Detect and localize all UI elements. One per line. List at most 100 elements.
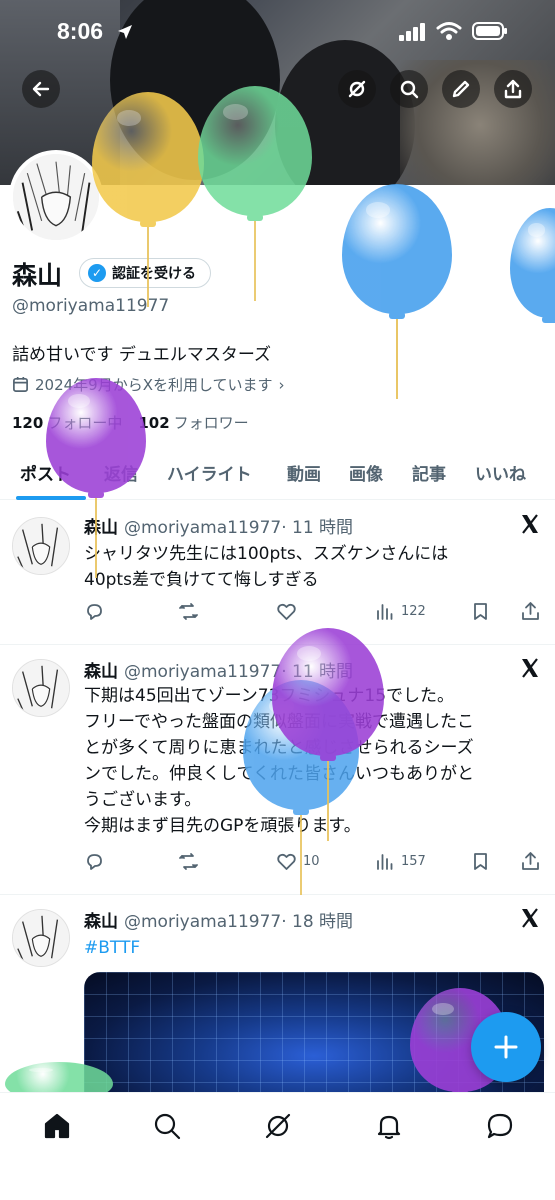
profile-bio: 詰め甘いです デュエルマスターズ xyxy=(12,345,272,365)
profile-tabs: ポスト 返信 ハイライト 動画 画像 記事 いいね xyxy=(0,450,555,500)
bookmark-button[interactable] xyxy=(470,601,491,622)
nav-search[interactable] xyxy=(152,1111,182,1141)
repost-button[interactable] xyxy=(178,601,199,622)
calendar-icon xyxy=(13,376,28,392)
following-label: フォロー中 xyxy=(47,414,123,432)
post-time: · 18 時間 xyxy=(281,912,354,932)
tab-articles[interactable]: 記事 xyxy=(412,460,446,485)
repost-icon xyxy=(179,853,198,870)
reply-button[interactable] xyxy=(84,601,105,622)
tab-videos[interactable]: 動画 xyxy=(287,460,321,485)
share-icon xyxy=(504,79,522,99)
views-icon xyxy=(377,854,393,870)
repost-button[interactable] xyxy=(178,851,199,872)
post-header: 森山 @moriyama11977· 11 時間 xyxy=(84,513,353,538)
nav-home[interactable] xyxy=(42,1111,72,1141)
get-verified-button[interactable]: ✓ 認証を受ける xyxy=(79,258,211,288)
joined-label: 2024年9月からXを利用しています xyxy=(35,376,273,394)
share-icon xyxy=(522,602,539,620)
profile-handle: @moriyama11977 xyxy=(12,296,170,316)
search-button[interactable] xyxy=(390,70,428,108)
compose-post-button[interactable] xyxy=(471,1012,541,1082)
x-logo-icon xyxy=(522,514,538,534)
active-tab-indicator xyxy=(16,496,86,500)
edit-profile-button[interactable] xyxy=(442,70,480,108)
like-button[interactable] xyxy=(276,601,303,622)
views-button[interactable]: 122 xyxy=(374,601,426,622)
post-avatar[interactable] xyxy=(12,909,70,967)
following-link[interactable]: 120 フォロー中 xyxy=(12,412,122,433)
reply-icon xyxy=(87,854,102,870)
grok-button[interactable] xyxy=(338,70,376,108)
tab-posts[interactable]: ポスト xyxy=(20,460,71,485)
get-verified-label: 認証を受ける xyxy=(112,266,196,282)
post-time: · 11 時間 xyxy=(281,662,354,682)
profile-avatar[interactable] xyxy=(9,150,103,244)
like-count: 10 xyxy=(303,854,320,869)
tab-images[interactable]: 画像 xyxy=(349,460,383,485)
like-button[interactable]: 10 xyxy=(276,851,320,872)
edit-icon xyxy=(452,80,470,98)
status-bar: 8:06 xyxy=(0,14,555,50)
post-item[interactable]: 森山 @moriyama11977· 11 時間 シャリタツ先生には100pts、… xyxy=(0,501,555,645)
bookmark-icon xyxy=(474,853,487,870)
back-button[interactable] xyxy=(22,70,60,108)
search-icon xyxy=(400,80,419,99)
post-avatar[interactable] xyxy=(12,659,70,717)
x-logo-icon xyxy=(522,658,538,678)
post-author-handle: @moriyama11977 xyxy=(124,518,282,538)
share-button[interactable] xyxy=(494,70,532,108)
post-author-name: 森山 xyxy=(84,912,118,932)
tab-likes[interactable]: いいね xyxy=(475,460,526,485)
wifi-icon xyxy=(436,22,462,40)
balloon-decoration xyxy=(342,184,452,404)
post-share-button[interactable] xyxy=(520,851,541,872)
nav-messages[interactable] xyxy=(485,1111,515,1141)
tab-replies[interactable]: 返信 xyxy=(104,460,138,485)
status-time: 8:06 xyxy=(57,18,104,44)
nav-notifications[interactable] xyxy=(374,1111,404,1141)
search-icon xyxy=(154,1113,181,1140)
x-logo-icon xyxy=(522,908,538,928)
post-share-button[interactable] xyxy=(520,601,541,622)
like-icon xyxy=(277,603,296,620)
post-time: · 11 時間 xyxy=(281,518,354,538)
followers-count: 102 xyxy=(138,414,170,432)
bell-icon xyxy=(377,1115,401,1140)
post-text: シャリタツ先生には100pts、スズケンさんには 40pts差で負けてて悔しすぎ… xyxy=(84,544,449,590)
plus-icon xyxy=(494,1035,518,1059)
tab-highlights[interactable]: ハイライト xyxy=(167,460,252,485)
post-author-name: 森山 xyxy=(84,518,118,538)
share-icon xyxy=(522,852,539,870)
post-actions: 10 157 xyxy=(84,851,544,879)
view-count: 122 xyxy=(401,604,426,619)
home-icon xyxy=(44,1113,70,1139)
post-actions: 122 xyxy=(84,601,544,629)
reply-button[interactable] xyxy=(84,851,105,872)
joined-date[interactable]: 2024年9月からXを利用しています › xyxy=(12,374,285,395)
views-button[interactable]: 157 xyxy=(374,851,426,872)
profile-name: 森山 xyxy=(12,261,63,290)
post-header: 森山 @moriyama11977· 18 時間 xyxy=(84,907,353,932)
post-header: 森山 @moriyama11977· 11 時間 xyxy=(84,657,353,682)
battery-icon xyxy=(472,22,507,40)
grok-icon xyxy=(265,1113,291,1139)
post-hashtag[interactable]: #BTTF xyxy=(84,935,544,961)
post-author-handle: @moriyama11977 xyxy=(124,662,282,682)
followers-link[interactable]: 102 フォロワー xyxy=(138,412,248,433)
post-author-handle: @moriyama11977 xyxy=(124,912,282,932)
bookmark-button[interactable] xyxy=(470,851,491,872)
post-avatar[interactable] xyxy=(12,517,70,575)
bottom-navigation xyxy=(0,1092,555,1200)
back-arrow-icon xyxy=(32,81,50,97)
views-icon xyxy=(377,604,393,620)
location-arrow-icon xyxy=(118,25,132,39)
post-item[interactable]: 森山 @moriyama11977· 11 時間 下期は45回出てゾーン73フミシ… xyxy=(0,645,555,895)
followers-label: フォロワー xyxy=(173,414,249,432)
repost-icon xyxy=(179,603,198,620)
avatar-sketch xyxy=(13,154,99,240)
balloon-decoration xyxy=(510,208,555,328)
nav-grok[interactable] xyxy=(263,1111,293,1141)
post-text: 下期は45回出てゾーン73フミシュナ15でした。 フリーでやった盤面の類似盤面に… xyxy=(84,686,474,836)
following-count: 120 xyxy=(12,414,44,432)
